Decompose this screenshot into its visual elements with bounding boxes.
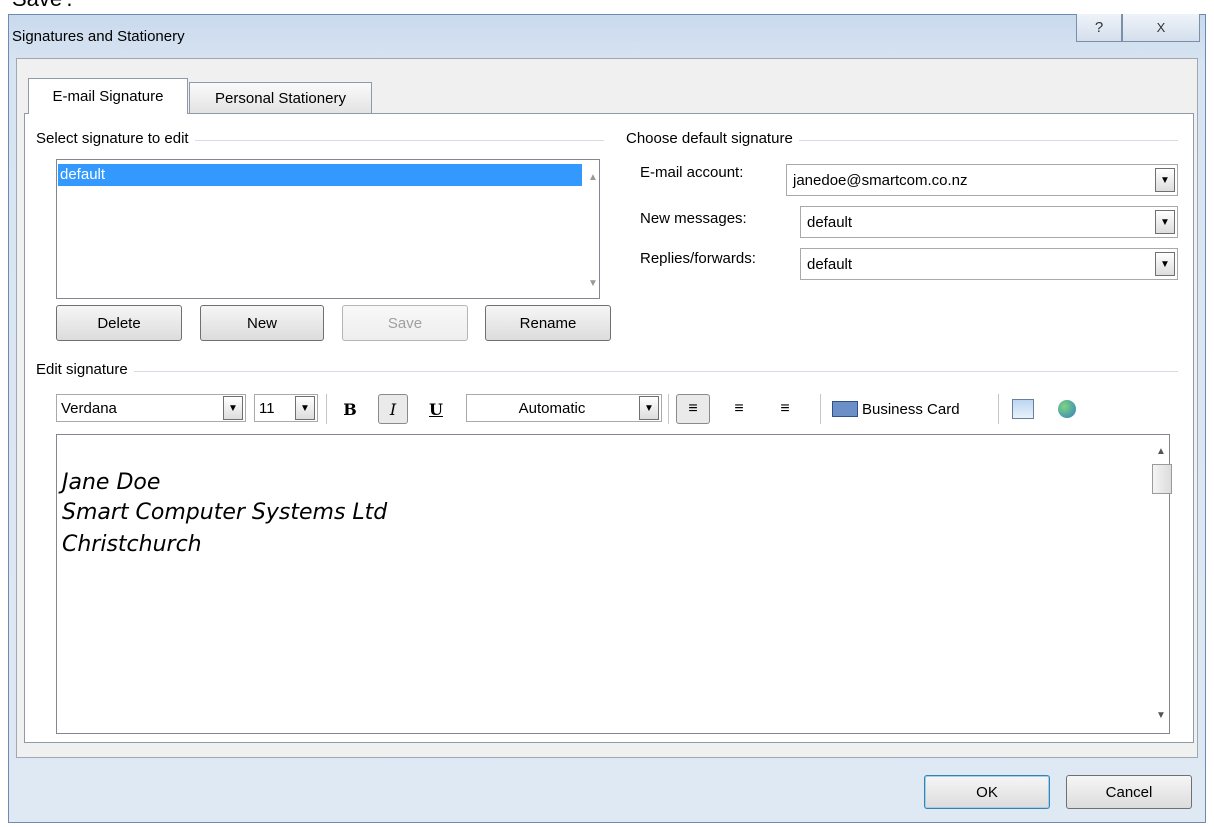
edit-signature-label: Edit signature [36,361,134,378]
close-icon: X [1156,20,1166,35]
scroll-down-icon[interactable]: ▼ [1156,710,1166,721]
cancel-button[interactable]: Cancel [1066,775,1192,809]
dialog-title: Signatures and Stationery [12,28,185,45]
hyperlink-icon [1058,400,1076,418]
signature-line: Jane Doe [62,470,161,495]
font-value: Verdana [61,399,117,417]
font-size-value: 11 [259,399,275,417]
email-account-label: E-mail account: [640,164,744,181]
signature-list-item[interactable]: default [58,164,582,186]
new-button[interactable]: New [200,305,324,341]
replies-forwards-select[interactable]: default ▼ [800,248,1178,280]
underline-button[interactable]: U [424,394,448,424]
font-select[interactable]: Verdana ▼ [56,394,246,422]
new-messages-label: New messages: [640,210,747,227]
font-color-value: Automatic [518,399,586,417]
italic-button[interactable]: I [378,394,408,424]
close-button[interactable]: X [1122,14,1200,42]
scroll-up-icon[interactable]: ▲ [1156,446,1166,457]
chevron-down-icon[interactable]: ▼ [223,396,243,420]
new-messages-select[interactable]: default ▼ [800,206,1178,238]
signature-line: Christchurch [62,532,202,557]
chevron-down-icon[interactable]: ▼ [295,396,315,420]
signature-editor[interactable] [56,434,1170,734]
scroll-down-icon[interactable]: ▼ [588,278,598,289]
chevron-down-icon[interactable]: ▼ [1155,210,1175,234]
replies-forwards-value: default [807,255,853,273]
business-card-button[interactable]: Business Card [832,394,992,424]
align-center-button[interactable]: ≡ [724,394,754,424]
tab-personal-stationery[interactable]: Personal Stationery [189,82,372,114]
default-signature-label: Choose default signature [626,130,799,147]
chevron-down-icon[interactable]: ▼ [1155,252,1175,276]
scroll-up-icon[interactable]: ▲ [588,172,598,183]
toolbar-separator [820,394,821,424]
email-account-select[interactable]: janedoe@smartcom.co.nz ▼ [786,164,1178,196]
align-right-button[interactable]: ≡ [770,394,800,424]
align-right-icon: ≡ [780,400,790,417]
new-messages-value: default [807,213,853,231]
tab-email-signature[interactable]: E-mail Signature [28,78,188,114]
editor-scroll-thumb[interactable] [1152,464,1172,494]
chevron-down-icon[interactable]: ▼ [1155,168,1175,192]
toolbar-separator [668,394,669,424]
help-button[interactable]: ? [1076,14,1122,42]
font-size-select[interactable]: 11 ▼ [254,394,318,422]
chevron-down-icon[interactable]: ▼ [639,396,659,420]
picture-icon [1012,399,1034,419]
insert-hyperlink-button[interactable] [1052,396,1082,422]
align-left-button[interactable]: ≡ [676,394,710,424]
toolbar-separator [326,394,327,424]
business-card-label: Business Card [862,400,960,418]
font-color-select[interactable]: Automatic ▼ [466,394,662,422]
align-left-icon: ≡ [688,400,698,417]
align-center-icon: ≡ [734,400,744,417]
save-button[interactable]: Save [342,305,468,341]
cropped-caption: Save'. [12,0,72,12]
insert-picture-button[interactable] [1010,396,1036,422]
rename-button[interactable]: Rename [485,305,611,341]
bold-button[interactable]: B [338,394,362,424]
delete-button[interactable]: Delete [56,305,182,341]
select-signature-label: Select signature to edit [36,130,195,147]
business-card-icon [832,401,858,417]
ok-button[interactable]: OK [924,775,1050,809]
toolbar-separator [998,394,999,424]
replies-forwards-label: Replies/forwards: [640,250,756,267]
email-account-value: janedoe@smartcom.co.nz [793,171,968,189]
divider [36,371,1178,372]
help-icon: ? [1094,19,1104,36]
signature-line: Smart Computer Systems Ltd [62,500,388,525]
